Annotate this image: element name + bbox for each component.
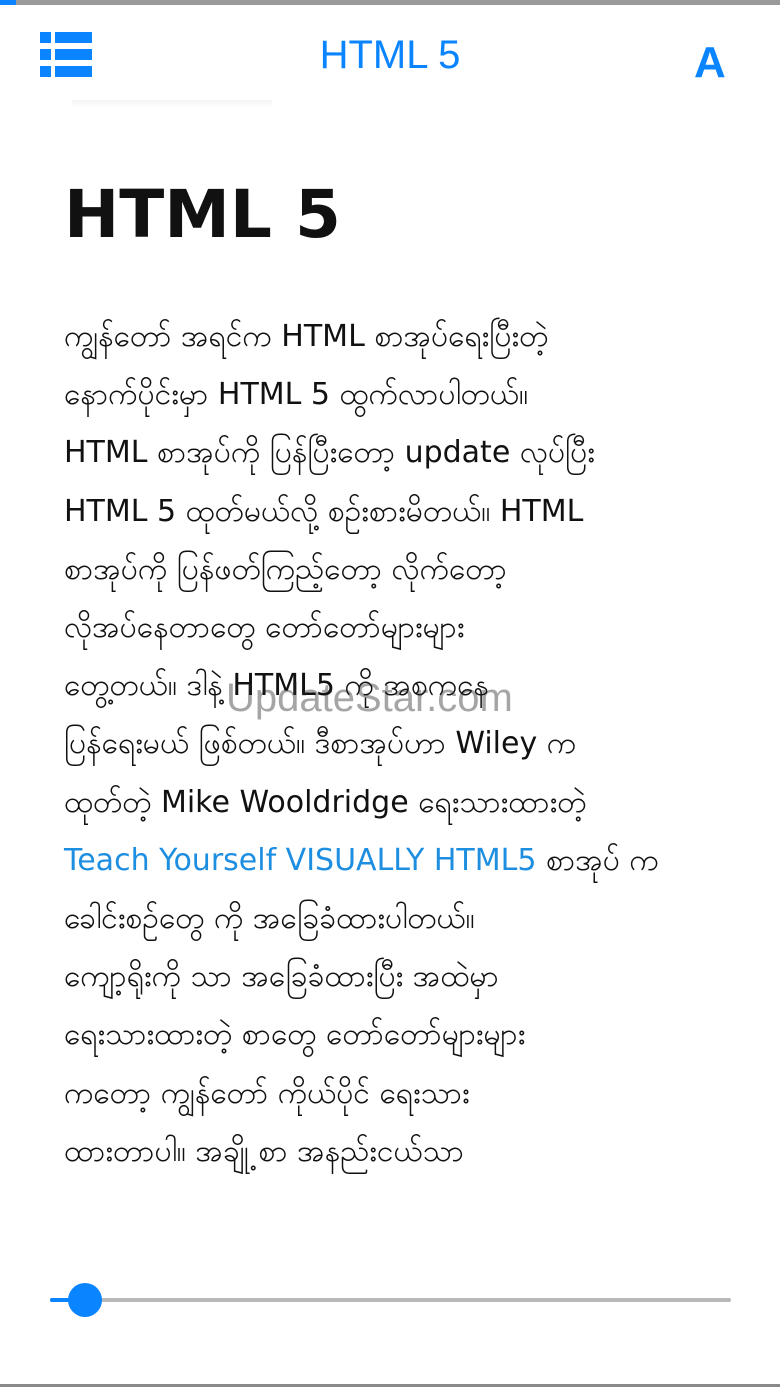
article-line: ကျွန်တော် အရင်က HTML စာအုပ်ရေးပြီးတဲ့ <box>64 319 549 354</box>
article-line: စာအုပ်ကို ပြန်ဖတ်ကြည့်တော့ လိုက်တော့ <box>64 551 507 587</box>
font-size-button[interactable]: A <box>694 38 738 88</box>
article-line: ကတော့ ကျွန်တော် ကိုယ်ပိုင် ရေးသား <box>64 1075 470 1111</box>
article-line-with-link: Teach Yourself VISUALLY HTML5 စာအုပ် က <box>64 832 724 890</box>
article-line: HTML စာအုပ်ကို ပြန်ပြီးတော့ update လုပ်ပ… <box>64 435 595 471</box>
top-divider-accent <box>0 0 16 5</box>
nav-title: HTML 5 <box>319 33 461 77</box>
reading-progress-thumb[interactable] <box>68 1283 103 1317</box>
article-line: ထုတ်တဲ့ Mike Wooldridge ရေးသားထားတဲ့ <box>64 784 587 820</box>
book-title-link[interactable]: Teach Yourself VISUALLY HTML5 <box>64 843 536 878</box>
article-line: ကျော့ရိုးကို သာ အခြေခံထားပြီး အထဲမှာ <box>64 959 499 995</box>
article-body: ကျွန်တော် အရင်က HTML စာအုပ်ရေးပြီးတဲ့ နေ… <box>64 308 724 1181</box>
article-line: ခေါင်းစဉ်တွေ ကို အခြေခံထားပါတယ်။ <box>64 901 475 937</box>
article-line: လိုအပ်နေတာတွေ တော်တော်များများ <box>64 610 465 646</box>
article-line: ထားတာပါ။ အချို့ စာ အနည်းငယ်သာ <box>64 1133 464 1169</box>
article-line: ရေးသားထားတဲ့ စာတွေ တော်တော်များများ <box>64 1017 526 1053</box>
article-line: HTML 5 ထုတ်မယ်လို့ စဉ်းစားမိတယ်။ HTML <box>64 493 584 529</box>
top-divider <box>0 0 780 5</box>
reading-progress-slider[interactable] <box>50 1298 731 1302</box>
article-line: နောက်ပိုင်းမှာ HTML 5 ထွက်လာပါတယ်။ <box>64 377 529 413</box>
watermark: UpdateStar.com <box>226 676 513 720</box>
header-shadow <box>72 100 272 108</box>
link-suffix-text: စာအုပ် က <box>536 842 659 878</box>
page-heading: HTML 5 <box>64 176 341 253</box>
